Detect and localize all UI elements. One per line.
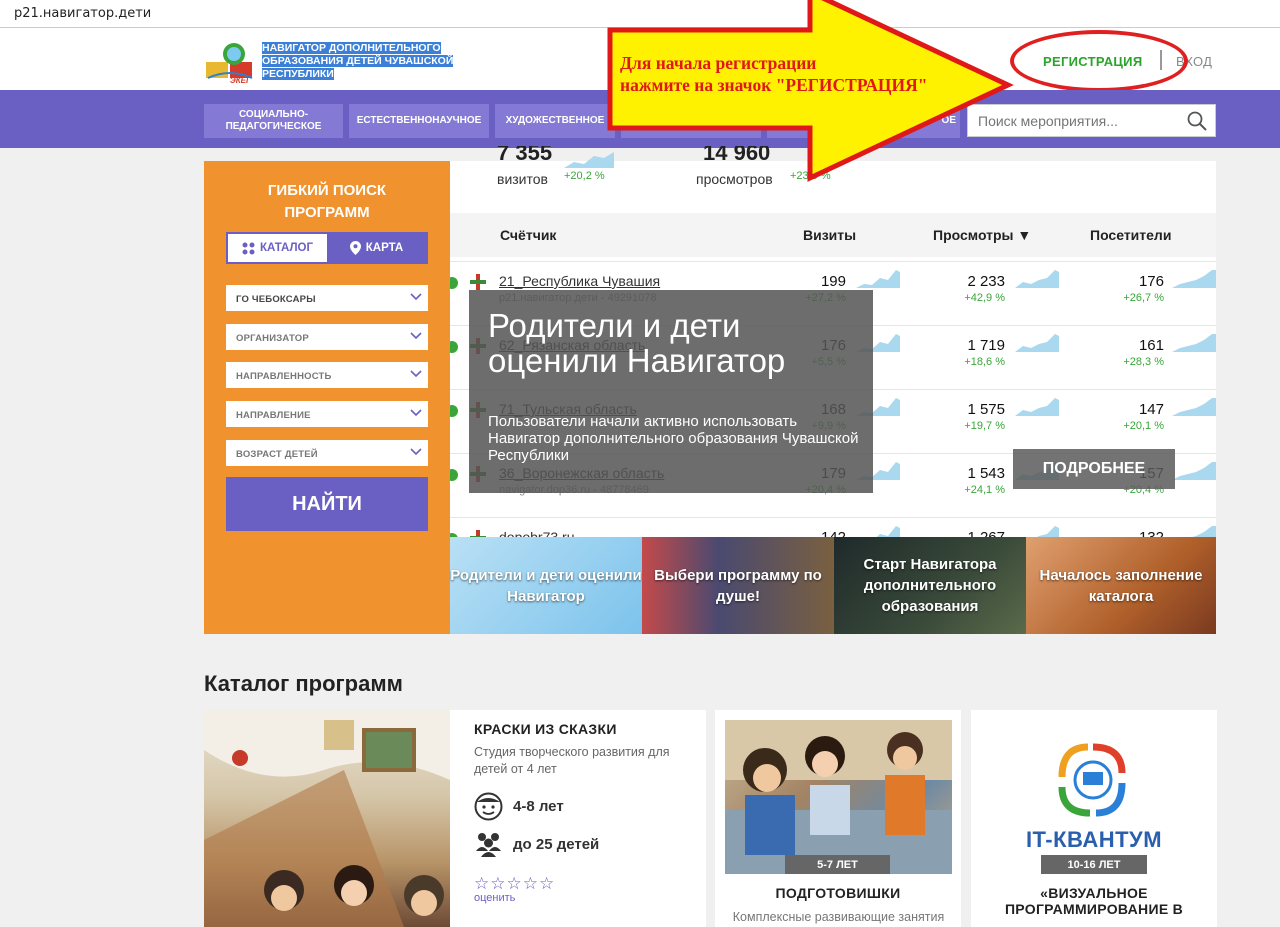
annotation-text: Для начала регистрации нажмите на значок… — [620, 53, 928, 95]
news-tile-2-text: Выбери программу по душе! — [654, 566, 822, 605]
row-visits: 199 — [820, 273, 846, 290]
annotation-arrow-icon — [607, 0, 1014, 182]
row-visitors: 147 — [1138, 401, 1164, 418]
tab-map[interactable]: КАРТА — [327, 234, 426, 262]
chevron-down-icon — [410, 332, 422, 340]
filter-title: ГИБКИЙ ПОИСК ПРОГРАММ — [267, 182, 387, 221]
row-name[interactable]: 21_Республика Чувашия — [499, 273, 660, 289]
rating-stars[interactable]: ☆☆☆☆☆ — [474, 874, 555, 894]
nav-item-science[interactable]: ЕСТЕСТВЕННОНАУЧНОЕ — [349, 104, 489, 138]
row-visitors-sparkline — [1172, 462, 1216, 480]
it-kvantum-wordmark: IT-КВАНТУМ — [1025, 827, 1163, 852]
view-toggle: КАТАЛОГ КАРТА — [226, 232, 428, 264]
news-tile-4-text: Началось заполнение каталога — [1039, 566, 1203, 605]
program-card-2-image[interactable] — [725, 720, 952, 874]
nav-item-art[interactable]: ХУДОЖЕСТВЕННОЕ — [495, 104, 615, 138]
row-visitors-sparkline — [1172, 334, 1216, 352]
register-highlight-ellipse — [1010, 30, 1188, 92]
row-visitors-pct: +20,1 % — [1123, 420, 1164, 432]
row-visitors: 161 — [1138, 337, 1164, 354]
catalog-title: Каталог программ — [204, 671, 403, 696]
program-card-2-desc: Комплексные развивающие занятия — [732, 910, 945, 924]
row-views-pct: +19,7 % — [964, 420, 1005, 432]
col-visits[interactable]: Визиты — [803, 227, 856, 243]
stat-visits-label: визитов — [497, 171, 548, 187]
program-card-1-desc: Студия творческого развития для детей от… — [474, 745, 670, 776]
grid-icon — [242, 242, 255, 254]
row-visitors-pct: +28,3 % — [1123, 356, 1164, 368]
select-focus[interactable]: НАПРАВЛЕННОСТЬ — [226, 362, 428, 388]
chevron-down-icon — [410, 370, 422, 378]
find-button[interactable]: НАЙТИ — [226, 477, 428, 531]
row-views: 1 543 — [967, 465, 1005, 482]
rate-link[interactable]: оценить — [474, 892, 515, 904]
more-button[interactable]: ПОДРОБНЕЕ — [1013, 449, 1175, 489]
age-range: 4-8 лет — [513, 798, 564, 815]
row-views-pct: +18,6 % — [964, 356, 1005, 368]
program-card-2-title[interactable]: ПОДГОТОВИШКИ — [715, 885, 961, 901]
chevron-down-icon — [410, 293, 422, 301]
slide-title: Родители и дети оценили Навигатор — [488, 307, 786, 379]
chevron-down-icon — [410, 448, 422, 456]
kids-playing-photo — [725, 720, 952, 874]
col-visitors[interactable]: Посетители — [1090, 227, 1171, 243]
stat-visits-value: 7 355 — [497, 146, 553, 162]
row-visitors: 176 — [1138, 273, 1164, 290]
search-icon[interactable] — [1187, 111, 1207, 131]
age-meta: 4-8 лет — [474, 792, 564, 821]
news-tile-1[interactable]: Родители и дети оценили Навигатор — [450, 537, 642, 634]
map-pin-icon — [349, 241, 361, 255]
row-views-sparkline — [1015, 334, 1059, 352]
row-views: 1 575 — [967, 401, 1005, 418]
logo-text[interactable]: НАВИГАТОР ДОПОЛНИТЕЛЬНОГО ОБРАЗОВАНИЯ ДЕ… — [262, 42, 458, 81]
program-card-1-title[interactable]: КРАСКИ ИЗ СКАЗКИ — [474, 721, 617, 737]
row-views-sparkline — [1015, 270, 1059, 288]
col-views[interactable]: Просмотры ▼ — [933, 227, 1031, 243]
row-visitors-sparkline — [1172, 270, 1216, 288]
program-card-2-age: 5-7 ЛЕТ — [785, 855, 890, 874]
row-visitors-pct: +26,7 % — [1123, 292, 1164, 304]
select-organizer[interactable]: ОРГАНИЗАТОР — [226, 324, 428, 350]
news-tile-3[interactable]: Старт Навигатора дополнительного образов… — [834, 537, 1026, 634]
it-kvantum-logo-icon — [1058, 743, 1126, 817]
program-card-3-title[interactable]: «ВИЗУАЛЬНОЕ ПРОГРАММИРОВАНИЕ В — [971, 885, 1217, 917]
col-counter[interactable]: Счётчик — [500, 227, 556, 243]
stat-visits-pct: +20,2 % — [564, 170, 605, 182]
select-direction[interactable]: НАПРАВЛЕНИЕ — [226, 401, 428, 427]
logo-small-text: ЭКЕГ — [230, 76, 251, 85]
row-visits-sparkline — [856, 270, 900, 288]
row-divider — [450, 517, 1216, 518]
row-visitors-sparkline — [1172, 398, 1216, 416]
row-views: 1 719 — [967, 337, 1005, 354]
group-meta: до 25 детей — [474, 831, 599, 857]
row-views: 2 233 — [967, 273, 1005, 290]
plus-icon — [470, 274, 486, 290]
group-icon — [476, 833, 501, 857]
row-views-pct: +24,1 % — [964, 484, 1005, 496]
row-views-sparkline — [1015, 398, 1059, 416]
tab-catalog[interactable]: КАТАЛОГ — [228, 234, 327, 262]
news-tile-4[interactable]: Началось заполнение каталога — [1026, 537, 1216, 634]
row-divider — [450, 261, 1216, 262]
child-face-icon — [474, 792, 503, 821]
nav-item-social[interactable]: СОЦИАЛЬНО-ПЕДАГОГИЧЕСКОЕ — [204, 104, 343, 138]
slide-text: Пользователи начали активно использовать… — [488, 413, 859, 464]
news-tile-1-text: Родители и дети оценили Навигатор — [450, 566, 642, 605]
program-card-3-age: 10-16 ЛЕТ — [1041, 855, 1147, 874]
program-card-1-image[interactable] — [204, 710, 450, 927]
news-tile-2[interactable]: Выбери программу по душе! — [642, 537, 834, 634]
kids-photo — [204, 710, 450, 927]
select-age[interactable]: ВОЗРАСТ ДЕТЕЙ — [226, 440, 428, 466]
chevron-down-icon — [410, 409, 422, 417]
select-city[interactable]: ГО ЧЕБОКСАРЫ — [226, 285, 428, 311]
news-tile-3-text: Старт Навигатора дополнительного образов… — [863, 556, 997, 615]
row-views-pct: +42,9 % — [964, 292, 1005, 304]
url-text[interactable]: p21.навигатор.дети — [14, 6, 151, 21]
group-size: до 25 детей — [513, 835, 600, 853]
